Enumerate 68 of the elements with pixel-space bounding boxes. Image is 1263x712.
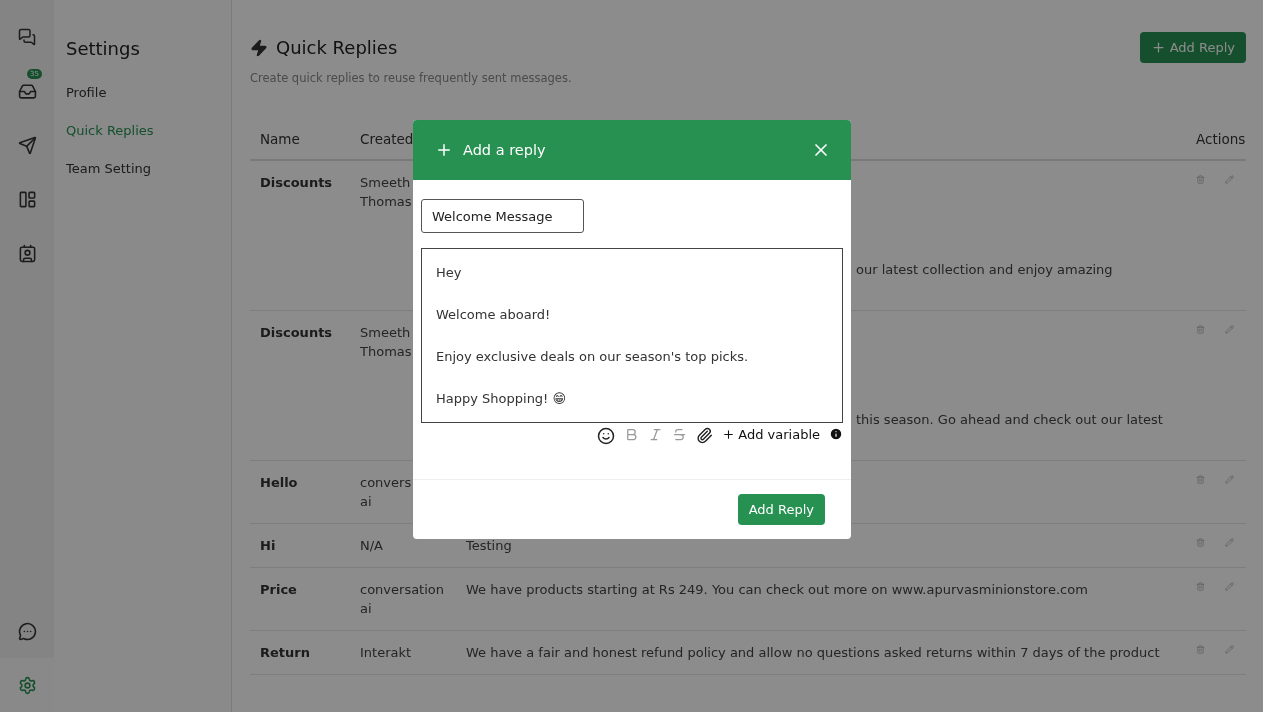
pencil-icon[interactable] bbox=[1225, 643, 1234, 656]
table-cell-text: Thomas bbox=[360, 343, 412, 361]
trash-icon[interactable] bbox=[1196, 473, 1205, 486]
table-cell-text: our latest collection and enjoy amazing bbox=[856, 261, 1113, 279]
table-cell-text: ai bbox=[360, 600, 372, 618]
paperclip-icon[interactable] bbox=[696, 427, 714, 444]
add-reply-button[interactable]: Add Reply bbox=[737, 494, 825, 525]
contact-book-icon bbox=[17, 243, 37, 263]
table-cell-text: Smeeth bbox=[360, 324, 411, 342]
pencil-icon[interactable] bbox=[1225, 323, 1234, 336]
table-cell-text: N/A bbox=[360, 537, 383, 555]
plus-icon bbox=[722, 428, 736, 441]
layout-icon bbox=[17, 189, 37, 209]
table-cell: Return bbox=[260, 645, 310, 660]
table-cell: Discounts bbox=[260, 325, 333, 340]
message-paragraph: Hey bbox=[436, 265, 462, 280]
table-cell: Price bbox=[260, 582, 297, 597]
add-variable-button[interactable]: Add variable bbox=[722, 427, 820, 442]
chat-icon bbox=[17, 621, 37, 641]
chat-bubbles-icon bbox=[18, 28, 36, 46]
table-cell-text: this season. Go ahead and check out our latest bbox=[856, 411, 1163, 429]
table-cell-text: convers bbox=[360, 474, 412, 492]
table-cell: Hi bbox=[260, 538, 276, 553]
settings-icon bbox=[17, 675, 37, 695]
message-paragraph: Welcome aboard! bbox=[436, 307, 551, 322]
table-cell-text: ai bbox=[360, 493, 372, 511]
plus-icon bbox=[1150, 40, 1166, 55]
emoji-icon[interactable] bbox=[597, 427, 616, 445]
sidebar-title: Settings bbox=[66, 38, 141, 59]
trash-icon[interactable] bbox=[1196, 580, 1205, 593]
page-subtitle: Create quick replies to reuse frequently sent messages. bbox=[250, 71, 573, 85]
lightning-icon bbox=[250, 38, 268, 57]
column-header: Name bbox=[250, 119, 350, 161]
message-paragraph: Happy Shopping! 😁 bbox=[436, 391, 567, 406]
italic-icon[interactable] bbox=[648, 427, 664, 442]
info-icon[interactable] bbox=[829, 427, 843, 441]
table-cell-text: We have products starting at Rs 249. You can check out more on www.apurvasminionstore.com bbox=[466, 581, 1088, 599]
strikethrough-icon[interactable] bbox=[672, 427, 688, 442]
pencil-icon[interactable] bbox=[1225, 580, 1234, 593]
plus-icon bbox=[435, 141, 453, 159]
column-header: Actions bbox=[1186, 119, 1246, 161]
inbox-icon bbox=[17, 81, 37, 101]
trash-icon[interactable] bbox=[1196, 643, 1205, 656]
send-icon bbox=[17, 135, 37, 155]
table-cell-text: conversation bbox=[360, 581, 445, 599]
table-cell-text: Interakt bbox=[360, 644, 412, 662]
sidebar-item[interactable]: Profile bbox=[66, 77, 219, 108]
trash-icon[interactable] bbox=[1196, 536, 1205, 549]
table-cell: Hello bbox=[260, 475, 298, 490]
table-cell-text: Smeeth bbox=[360, 174, 411, 192]
rail-button[interactable] bbox=[0, 658, 54, 712]
table-cell-text: Thomas bbox=[360, 193, 412, 211]
sidebar-item[interactable]: Quick Replies bbox=[66, 115, 219, 146]
table-cell-text: We have a fair and honest refund policy and allow no questions asked returns within 7 days of the product bbox=[466, 644, 1160, 662]
pencil-icon[interactable] bbox=[1225, 473, 1234, 486]
message-paragraph: Enjoy exclusive deals on our season's top picks. bbox=[436, 349, 749, 364]
page-title: Quick Replies bbox=[276, 37, 398, 58]
trash-icon[interactable] bbox=[1196, 173, 1205, 186]
dialog-title: Add a reply bbox=[463, 142, 546, 158]
name-input-field[interactable]: Welcome Message bbox=[421, 199, 584, 233]
trash-icon[interactable] bbox=[1196, 323, 1205, 336]
table-cell-text: Testing bbox=[466, 537, 512, 555]
table-cell: Discounts bbox=[260, 175, 333, 190]
pencil-icon[interactable] bbox=[1225, 173, 1234, 186]
message-text-area[interactable]: Hey Welcome aboard! Enjoy exclusive deals on our season's top picks. Happy Shopping! 😁 bbox=[421, 248, 843, 423]
add-reply-button[interactable]: Add Reply bbox=[1139, 32, 1246, 63]
sidebar-item[interactable]: Team Setting bbox=[66, 153, 219, 184]
pencil-icon[interactable] bbox=[1225, 536, 1234, 549]
